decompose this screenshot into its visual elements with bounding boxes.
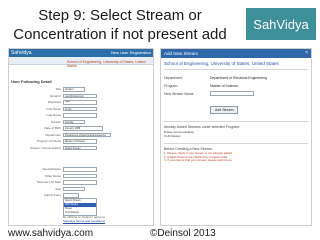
field-label: Password [47, 100, 61, 105]
department-row: Department Department of Electrical Engi… [164, 74, 308, 81]
slide-title: Step 9: Select Stream or Concentration i… [13, 7, 227, 43]
field-label: Specialization [42, 167, 61, 172]
registration-top-right[interactable]: New User Registration [111, 49, 151, 57]
add-stream-header: Add New Stream × [161, 49, 311, 58]
other-name-field[interactable] [63, 173, 97, 178]
new-stream-input[interactable] [210, 91, 254, 96]
field-label: Last Name [46, 113, 61, 118]
first-name-field[interactable]: Aryan [63, 106, 97, 111]
department-value: Department of Electrical Engineering [210, 75, 268, 80]
field-label: Other Name [44, 173, 61, 178]
add-stream-screenshot: Add New Stream × School of Engineering, … [160, 48, 312, 226]
new-stream-row: New Stream Name [164, 90, 308, 97]
footer-site: www.sahvidya.com [8, 228, 94, 239]
program-value: Master of Science [210, 83, 239, 88]
notes-section: Before Creating a New Stream: 1. Please … [164, 143, 308, 163]
last-name-field[interactable] [63, 113, 97, 118]
field-label: Semester Of Start [36, 180, 61, 185]
title-select[interactable]: Student [63, 87, 85, 92]
field-label: Stream / Concentration [30, 145, 61, 150]
existing-streams-title: Already Added Streams under selected Pro… [164, 125, 241, 129]
add-stream-title: Add New Stream [164, 51, 199, 56]
existing-streams-section: Already Added Streams under selected Pro… [164, 121, 308, 138]
terms-link[interactable]: Sahvidya Terms and Conditions [39, 219, 129, 223]
slide-footer: www.sahvidya.com ©Deinsol 2013 [0, 228, 320, 240]
registration-breadcrumb: School of Engineering, University of Sta… [67, 60, 146, 68]
field-label: Program Of Study [36, 139, 61, 144]
new-stream-label: New Stream Name [164, 91, 194, 96]
field-label: Title [55, 87, 61, 92]
specialization-field[interactable] [63, 167, 97, 172]
stream-dropdown-list: Select Stream Add Stream Power VLSI Desi… [63, 198, 97, 216]
registration-form: User Following Detail Title Student Emai… [11, 79, 153, 199]
semester-select[interactable] [63, 180, 97, 185]
program-select[interactable]: Master of Science [63, 139, 97, 144]
add-stream-school: School of Engineering, University of Sta… [164, 61, 308, 70]
registration-footer: By clicking on Submit I agree to Sahvidy… [39, 215, 129, 223]
footer-copyright: ©Deinsol 2013 [150, 228, 216, 239]
add-stream-button[interactable]: Add Stream [210, 106, 239, 114]
note-line: 3. If you cannot find your stream please… [164, 158, 233, 163]
department-select[interactable]: Department of Electrical Engineering [63, 132, 111, 137]
registration-section-title: User Following Detail [11, 79, 52, 84]
password-field[interactable]: ***** [63, 100, 97, 105]
existing-stream: VLSI Design [164, 134, 181, 138]
gender-select[interactable]: Female [63, 119, 85, 124]
submit-button[interactable] [63, 193, 79, 198]
dob-select[interactable]: January 1988 [63, 126, 103, 131]
department-label: Department [164, 75, 183, 80]
close-icon[interactable]: × [305, 49, 308, 58]
field-label: Submit Form [43, 193, 61, 198]
year-select[interactable] [63, 186, 85, 191]
stream-select[interactable]: Select Stream [63, 145, 97, 150]
sahvidya-logo: SahVidya [246, 8, 316, 40]
form-row-spacer [11, 151, 153, 166]
field-label: Year [54, 186, 61, 191]
field-label: Department [45, 132, 61, 137]
registration-topbar: Sahvidya New User Registration [9, 49, 153, 57]
registration-brand: Sahvidya [11, 50, 32, 56]
email-field[interactable]: user@gmail.com [63, 93, 97, 98]
program-row: Program Master of Science [164, 82, 308, 89]
registration-screenshot: Sahvidya New User Registration School of… [8, 48, 154, 226]
program-label: Program [164, 83, 178, 88]
field-label: First Name [46, 106, 61, 111]
field-label: Gender [50, 119, 61, 124]
field-label: Email id [50, 93, 61, 98]
field-label: Date of Birth [44, 126, 61, 131]
add-stream-form: Department Department of Electrical Engi… [164, 74, 308, 116]
